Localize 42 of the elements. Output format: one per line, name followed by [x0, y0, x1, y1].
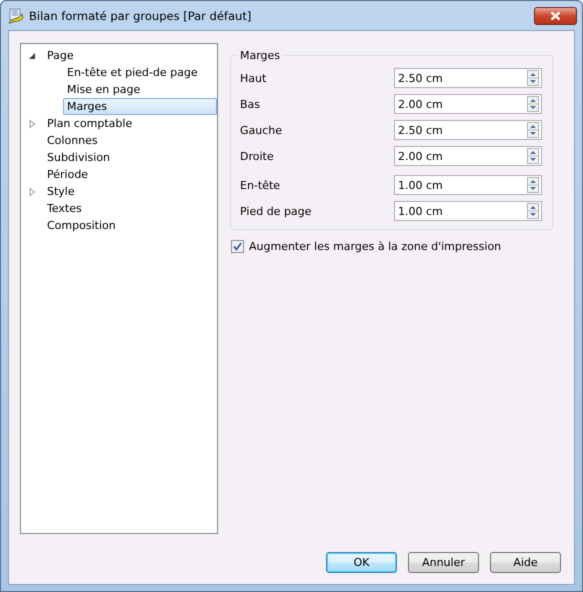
field-label: Pied de page	[240, 204, 312, 218]
tree-item[interactable]: Composition	[43, 217, 120, 234]
field-label: Gauche	[240, 124, 284, 136]
close-button[interactable]	[534, 6, 577, 24]
tree-item[interactable]: Marges	[63, 98, 217, 115]
spin-field[interactable]: 2.50 cm	[394, 120, 542, 140]
window-title: Bilan formaté par groupes [Par défaut]	[29, 8, 252, 22]
spin-arrows-icon[interactable]	[527, 177, 539, 193]
checkbox[interactable]	[231, 240, 244, 253]
tree-item[interactable]: Style	[43, 183, 79, 200]
dialog-button[interactable]: Aide	[490, 552, 561, 573]
ok-button[interactable]: OK	[326, 552, 397, 573]
spin-field[interactable]: 1.00 cm	[394, 201, 542, 221]
spin-arrows-icon[interactable]	[527, 122, 539, 138]
tree-item[interactable]: Période	[43, 166, 92, 183]
spin-arrows-icon[interactable]	[527, 203, 539, 219]
field-label: En-tête	[240, 178, 282, 192]
group-title: Marges	[239, 49, 282, 62]
spin-arrows-icon[interactable]	[527, 70, 539, 86]
dialog-button[interactable]: Annuler	[408, 552, 479, 573]
spin-field[interactable]: 2.00 cm	[394, 94, 542, 114]
spin-arrows-icon[interactable]	[527, 96, 539, 112]
expand-icon[interactable]	[27, 118, 37, 128]
tree-item[interactable]: Subdivision	[43, 149, 114, 166]
spin-field[interactable]: 2.50 cm	[394, 68, 542, 88]
spin-field[interactable]: 1.00 cm	[394, 175, 542, 195]
field-label: Bas	[240, 98, 262, 110]
tree-item[interactable]: Textes	[43, 200, 86, 217]
tree-item[interactable]: Plan comptable	[43, 115, 136, 132]
app-icon	[8, 8, 24, 24]
tree-item[interactable]: Page	[43, 47, 78, 64]
field-label: Droite	[240, 150, 275, 162]
expand-icon[interactable]	[27, 186, 37, 196]
checkbox-label[interactable]: Augmenter les marges à la zone d'impression	[249, 240, 502, 253]
tree-item[interactable]: Colonnes	[43, 132, 102, 149]
collapse-icon[interactable]	[27, 50, 37, 60]
field-label: Haut	[240, 72, 268, 84]
close-icon	[550, 10, 561, 20]
spin-arrows-icon[interactable]	[527, 148, 539, 164]
tree-item[interactable]: En-tête et pied-de page	[63, 64, 202, 81]
tree-item[interactable]: Mise en page	[63, 81, 144, 98]
spin-field[interactable]: 2.00 cm	[394, 146, 542, 166]
